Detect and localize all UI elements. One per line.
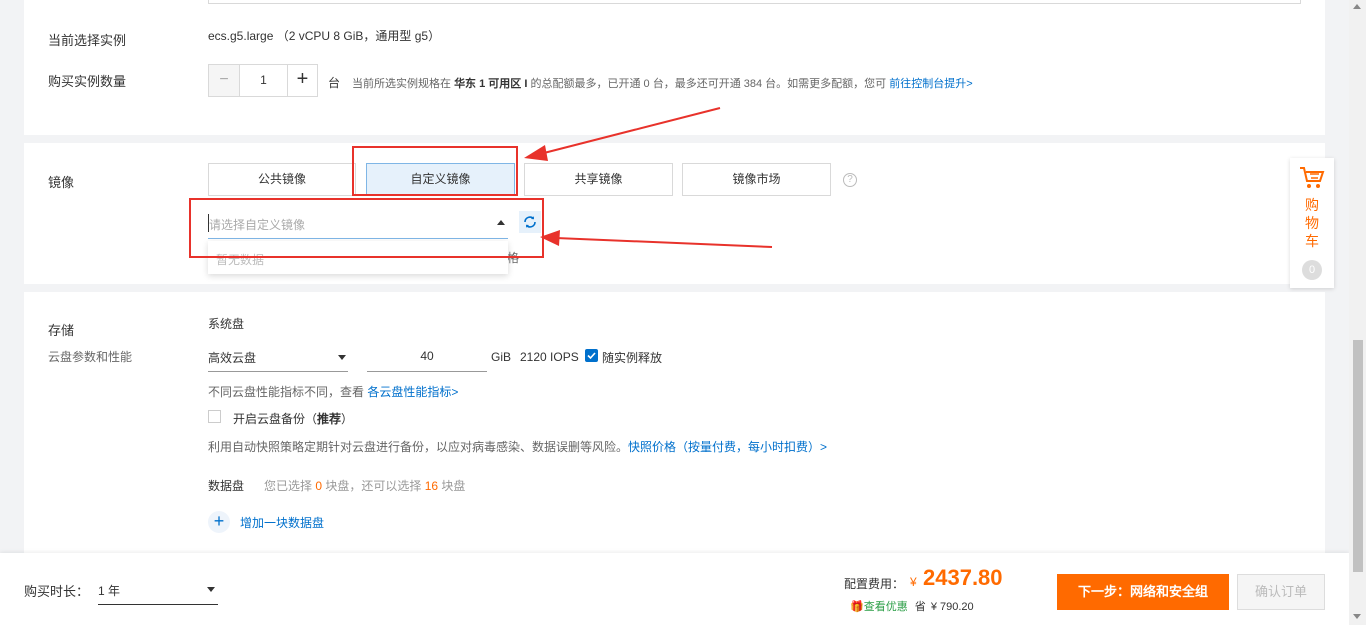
- fee-label: 配置费用：: [844, 577, 905, 591]
- add-disk-icon[interactable]: +: [208, 511, 230, 533]
- scrollbar-thumb[interactable]: [1353, 340, 1363, 572]
- release-checkbox[interactable]: [585, 349, 598, 362]
- disk-type-select[interactable]: 高效云盘: [208, 344, 348, 372]
- system-disk-label: 系统盘: [208, 317, 245, 331]
- cart-widget[interactable]: 购物车 0: [1290, 158, 1334, 288]
- data-disk-note-3: 块盘: [438, 479, 466, 493]
- tab-public-image[interactable]: 公共镜像: [208, 163, 356, 196]
- save-label: 省: [914, 601, 926, 613]
- perf-link[interactable]: 各云盘性能指标>: [367, 385, 458, 399]
- perf-note-text: 不同云盘性能指标不同，查看: [208, 385, 368, 399]
- data-disk-note-1: 您已选择: [264, 479, 316, 493]
- save-value: ¥ 790.20: [930, 601, 974, 613]
- backup-label-suffix: ）: [341, 412, 354, 426]
- gift-icon: 🎁: [850, 601, 864, 613]
- data-disk-remaining-count: 16: [424, 479, 439, 493]
- backup-label-recommend: 推荐: [317, 412, 342, 426]
- backup-label-prefix: 开启云盘备份（: [233, 412, 318, 426]
- quantity-plus-button[interactable]: +: [287, 65, 317, 96]
- page-scrollbar[interactable]: [1349, 0, 1366, 625]
- backup-label: 开启云盘备份（推荐）: [233, 410, 353, 427]
- image-label: 镜像: [48, 175, 75, 190]
- quota-text-suffix: 的总配额最多，已开通 0 台，最多还可开通 384 台。如需更多配额，您可: [527, 78, 890, 90]
- disk-iops: 2120 IOPS: [520, 350, 579, 364]
- disk-size-unit: GiB: [491, 350, 512, 364]
- next-step-button[interactable]: 下一步：网络和安全组: [1057, 574, 1229, 610]
- quantity-label: 购买实例数量: [48, 74, 127, 89]
- annotation-box-custom-tab: [352, 146, 518, 196]
- annotation-box-image-select: [189, 198, 544, 258]
- help-icon[interactable]: ?: [843, 173, 857, 187]
- storage-label: 存储: [48, 323, 75, 338]
- view-discount-link[interactable]: 查看优惠: [864, 601, 908, 613]
- scroll-down-icon[interactable]: [1353, 614, 1361, 619]
- tab-shared-image[interactable]: 共享镜像: [524, 163, 673, 196]
- data-disk-label: 数据盘: [208, 479, 245, 493]
- tab-image-market[interactable]: 镜像市场: [682, 163, 831, 196]
- quantity-stepper: − 1 +: [208, 64, 318, 97]
- current-instance-value: ecs.g5.large （2 vCPU 8 GiB，通用型 g5）: [208, 29, 441, 43]
- footer-bar: 购买时长： 1 年 配置费用： ¥ 2437.80 🎁查看优惠 省 ¥ 790.…: [0, 553, 1349, 625]
- check-icon: [587, 352, 596, 360]
- data-disk-note-2: 块盘，还可以选择: [322, 479, 425, 493]
- storage-section: 存储 云盘参数和性能 系统盘 高效云盘 40 GiB 2120 IOPS 随实例…: [24, 292, 1325, 562]
- backup-checkbox[interactable]: [208, 410, 221, 423]
- cart-icon: [1300, 167, 1325, 188]
- quantity-minus-button[interactable]: −: [209, 65, 240, 96]
- backup-note: 利用自动快照策略定期针对云盘进行备份，以应对病毒感染、数据误删等风险。快照价格（…: [208, 438, 827, 455]
- snapshot-price-link[interactable]: 快照价格（按量付费，每小时扣费）>: [628, 440, 827, 454]
- quantity-unit: 台: [328, 76, 341, 90]
- confirm-order-button[interactable]: 确认订单: [1237, 574, 1325, 610]
- quantity-input[interactable]: 1: [240, 65, 287, 96]
- quota-note: 当前所选实例规格在 华东 1 可用区 I 的总配额最多，已开通 0 台，最多还可…: [352, 75, 973, 91]
- duration-value: 1 年: [98, 584, 121, 598]
- quota-increase-link[interactable]: 前往控制台提升>: [889, 78, 972, 90]
- instance-table-bottom-edge: [208, 0, 1301, 4]
- chevron-down-icon: [207, 587, 215, 592]
- release-label: 随实例释放: [602, 351, 663, 365]
- disk-type-value: 高效云盘: [208, 351, 257, 365]
- cart-label: 购物车: [1305, 197, 1319, 249]
- storage-sublabel: 云盘参数和性能: [48, 350, 133, 364]
- scroll-up-icon[interactable]: [1353, 4, 1361, 9]
- cart-count-badge: 0: [1302, 260, 1322, 280]
- current-instance-label: 当前选择实例: [48, 33, 127, 48]
- discount-row: 🎁查看优惠 省 ¥ 790.20: [850, 598, 974, 614]
- add-data-disk-link[interactable]: 增加一块数据盘: [240, 514, 324, 531]
- chevron-down-icon: [338, 355, 346, 360]
- currency-symbol: ¥: [910, 575, 917, 589]
- fee-value: 2437.80: [923, 565, 1003, 590]
- duration-select[interactable]: 1 年: [98, 575, 218, 605]
- perf-note: 不同云盘性能指标不同，查看 各云盘性能指标>: [208, 383, 458, 400]
- duration-label: 购买时长：: [24, 584, 90, 599]
- instance-section: 当前选择实例 ecs.g5.large （2 vCPU 8 GiB，通用型 g5…: [24, 0, 1325, 135]
- data-disk-note: 您已选择 0 块盘，还可以选择 16 块盘: [264, 477, 465, 494]
- disk-size-input[interactable]: 40: [367, 344, 487, 372]
- quota-region: 华东 1 可用区 I: [454, 78, 528, 90]
- quota-text-prefix: 当前所选实例规格在: [352, 78, 455, 90]
- backup-note-text: 利用自动快照策略定期针对云盘进行备份，以应对病毒感染、数据误删等风险。: [208, 440, 629, 454]
